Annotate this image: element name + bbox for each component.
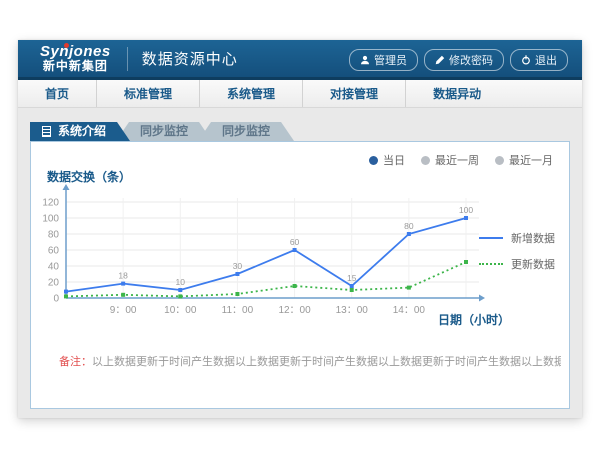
time-range-option[interactable]: 当日 <box>369 152 405 168</box>
header: Synjones 新中新集团 数据资源中心 管理员修改密码退出 <box>18 40 582 80</box>
change-password-button[interactable]: 修改密码 <box>424 49 504 71</box>
radio-icon <box>421 156 430 165</box>
nav-item[interactable]: 首页 <box>18 80 96 107</box>
nav-item[interactable]: 对接管理 <box>302 80 405 107</box>
svg-text:10：00: 10：00 <box>164 305 197 316</box>
time-range-filters: 当日最近一周最近一月 <box>369 152 553 168</box>
svg-text:120: 120 <box>42 198 59 209</box>
brand-logo: Synjones 新中新集团 <box>40 44 111 72</box>
svg-text:100: 100 <box>459 205 473 215</box>
user-button[interactable]: 管理员 <box>349 49 418 71</box>
app-window: Synjones 新中新集团 数据资源中心 管理员修改密码退出 首页标准管理系统… <box>18 40 582 418</box>
chart-legend: 新增数据更新数据 <box>479 230 555 282</box>
tab-active[interactable]: 系统介绍 <box>30 122 130 141</box>
radio-icon <box>369 156 378 165</box>
header-divider <box>127 47 128 71</box>
svg-text:18: 18 <box>118 271 128 281</box>
svg-text:80: 80 <box>48 230 60 241</box>
header-buttons: 管理员修改密码退出 <box>349 49 568 71</box>
svg-text:100: 100 <box>42 214 59 225</box>
svg-text:60: 60 <box>48 246 60 257</box>
logo-text-cn: 新中新集团 <box>40 60 111 73</box>
document-icon <box>42 126 51 137</box>
footnote-label: 备注： <box>59 356 92 368</box>
svg-text:60: 60 <box>290 237 300 247</box>
svg-text:15: 15 <box>347 273 357 283</box>
nav-item[interactable]: 系统管理 <box>199 80 302 107</box>
edit-icon <box>435 55 445 65</box>
svg-text:9：00: 9：00 <box>110 305 137 316</box>
legend-line-sample <box>479 263 503 265</box>
svg-text:10: 10 <box>176 277 186 287</box>
legend-line-sample <box>479 237 503 239</box>
logout-button[interactable]: 退出 <box>510 49 568 71</box>
svg-text:14：00: 14：00 <box>393 305 426 316</box>
footnote: 备注：以上数据更新于时间产生数据以上数据更新于时间产生数据以上数据更新于时间产生… <box>59 353 561 369</box>
main-nav: 首页标准管理系统管理对接管理数据异动 <box>18 80 582 108</box>
nav-item[interactable]: 数据异动 <box>405 80 508 107</box>
tab[interactable]: 同步监控 <box>198 122 294 141</box>
user-icon <box>360 55 370 65</box>
legend-item[interactable]: 新增数据 <box>479 230 555 246</box>
svg-text:20: 20 <box>48 278 60 289</box>
time-range-option[interactable]: 最近一周 <box>421 152 479 168</box>
tab-bar: 系统介绍同步监控同步监控 <box>18 108 582 141</box>
radio-icon <box>495 156 504 165</box>
tab[interactable]: 同步监控 <box>116 122 212 141</box>
svg-text:11：00: 11：00 <box>222 305 254 316</box>
svg-text:12：00: 12：00 <box>278 305 311 316</box>
page-title: 数据资源中心 <box>142 48 238 69</box>
footnote-text: 以上数据更新于时间产生数据以上数据更新于时间产生数据以上数据更新于时间产生数据以… <box>92 356 561 368</box>
nav-item[interactable]: 标准管理 <box>96 80 199 107</box>
svg-text:80: 80 <box>404 221 414 231</box>
power-icon <box>521 55 531 65</box>
legend-item[interactable]: 更新数据 <box>479 256 555 272</box>
x-axis-title: 日期（小时） <box>438 311 510 328</box>
svg-text:40: 40 <box>48 262 60 273</box>
content-panel: 当日最近一周最近一月 数据交换（条） 0204060801001209：0010… <box>30 141 570 409</box>
svg-text:13：00: 13：00 <box>336 305 369 316</box>
time-range-option[interactable]: 最近一月 <box>495 152 553 168</box>
logo-text-en: Synjones <box>40 44 111 60</box>
svg-text:0: 0 <box>53 294 59 305</box>
svg-text:30: 30 <box>233 261 243 271</box>
